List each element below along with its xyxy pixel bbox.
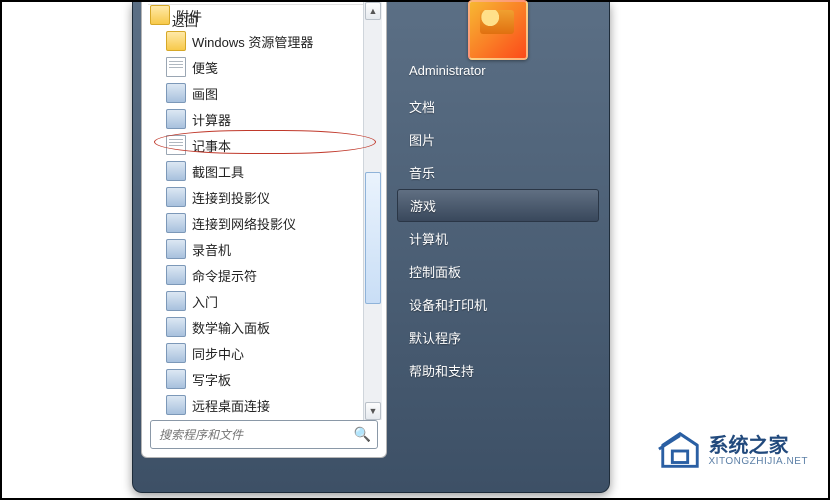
user-panel-item[interactable]: 音乐 (395, 156, 601, 189)
program-label: 远程桌面连接 (192, 396, 270, 415)
program-icon (166, 109, 186, 129)
program-icon (166, 343, 186, 363)
program-label: 录音机 (192, 240, 231, 259)
program-item[interactable]: 画图 (146, 80, 364, 106)
user-panel-item[interactable]: 计算机 (395, 222, 601, 255)
watermark-logo-icon (657, 428, 703, 474)
program-item[interactable]: 数学输入面板 (146, 314, 364, 340)
user-panel-item[interactable]: 默认程序 (395, 321, 601, 354)
user-panel: Administrator 文档图片音乐游戏计算机控制面板设备和打印机默认程序帮… (395, 2, 601, 482)
program-item[interactable]: 便笺 (146, 54, 364, 80)
folder-label: 附件 (176, 6, 202, 25)
program-label: 连接到投影仪 (192, 188, 270, 207)
program-item[interactable]: 记事本 (146, 132, 364, 158)
search-box[interactable]: 🔍 (150, 420, 378, 449)
folder-icon (150, 5, 170, 25)
user-panel-item[interactable]: 帮助和支持 (395, 354, 601, 387)
program-icon (166, 395, 186, 415)
program-label: 同步中心 (192, 344, 244, 363)
programs-list: 附件 Windows 资源管理器便笺画图计算器记事本截图工具连接到投影仪连接到网… (146, 2, 364, 420)
program-item[interactable]: 命令提示符 (146, 262, 364, 288)
program-icon (166, 135, 186, 155)
search-icon[interactable]: 🔍 (354, 426, 371, 443)
program-item[interactable]: 连接到投影仪 (146, 184, 364, 210)
search-input[interactable] (157, 427, 354, 443)
program-label: 入门 (192, 292, 218, 311)
user-panel-item[interactable]: 图片 (395, 123, 601, 156)
program-label: Windows 资源管理器 (192, 32, 313, 51)
program-icon (166, 187, 186, 207)
program-label: 计算器 (192, 110, 231, 129)
program-label: 数学输入面板 (192, 318, 270, 337)
program-icon (166, 317, 186, 337)
program-item[interactable]: 计算器 (146, 106, 364, 132)
program-label: 截图工具 (192, 162, 244, 181)
program-item[interactable]: 同步中心 (146, 340, 364, 366)
program-icon (166, 161, 186, 181)
program-item[interactable]: 截图工具 (146, 158, 364, 184)
program-label: 便笺 (192, 58, 218, 77)
program-icon (166, 291, 186, 311)
scroll-up-button[interactable]: ▲ (365, 2, 381, 20)
program-icon (166, 265, 186, 285)
user-name[interactable]: Administrator (395, 50, 601, 90)
program-label: 记事本 (192, 136, 231, 155)
watermark: 系统之家 XITONGZHIJIA.NET (657, 428, 809, 474)
program-icon (166, 369, 186, 389)
user-panel-item[interactable]: 文档 (395, 90, 601, 123)
program-item[interactable]: 入门 (146, 288, 364, 314)
program-icon (166, 213, 186, 233)
scrollbar[interactable]: ▲ ▼ (363, 2, 382, 420)
program-label: 画图 (192, 84, 218, 103)
folder-accessories[interactable]: 附件 (146, 2, 364, 28)
user-panel-item[interactable]: 游戏 (397, 189, 599, 222)
scroll-thumb[interactable] (365, 172, 381, 304)
programs-panel: 附件 Windows 资源管理器便笺画图计算器记事本截图工具连接到投影仪连接到网… (141, 2, 387, 458)
program-label: 写字板 (192, 370, 231, 389)
program-item[interactable]: Windows 资源管理器 (146, 28, 364, 54)
program-item[interactable]: 录音机 (146, 236, 364, 262)
program-icon (166, 57, 186, 77)
user-panel-item[interactable]: 设备和打印机 (395, 288, 601, 321)
program-item[interactable]: 连接到网络投影仪 (146, 210, 364, 236)
program-item[interactable]: 远程桌面连接 (146, 392, 364, 418)
program-label: 连接到网络投影仪 (192, 214, 296, 233)
watermark-url: XITONGZHIJIA.NET (709, 456, 809, 467)
program-icon (166, 239, 186, 259)
start-menu: 附件 Windows 资源管理器便笺画图计算器记事本截图工具连接到投影仪连接到网… (132, 2, 610, 493)
watermark-title: 系统之家 (709, 436, 809, 456)
program-label: 命令提示符 (192, 266, 257, 285)
program-icon (166, 31, 186, 51)
program-item[interactable]: 写字板 (146, 366, 364, 392)
scroll-down-button[interactable]: ▼ (365, 402, 381, 420)
user-panel-item[interactable]: 控制面板 (395, 255, 601, 288)
program-icon (166, 83, 186, 103)
